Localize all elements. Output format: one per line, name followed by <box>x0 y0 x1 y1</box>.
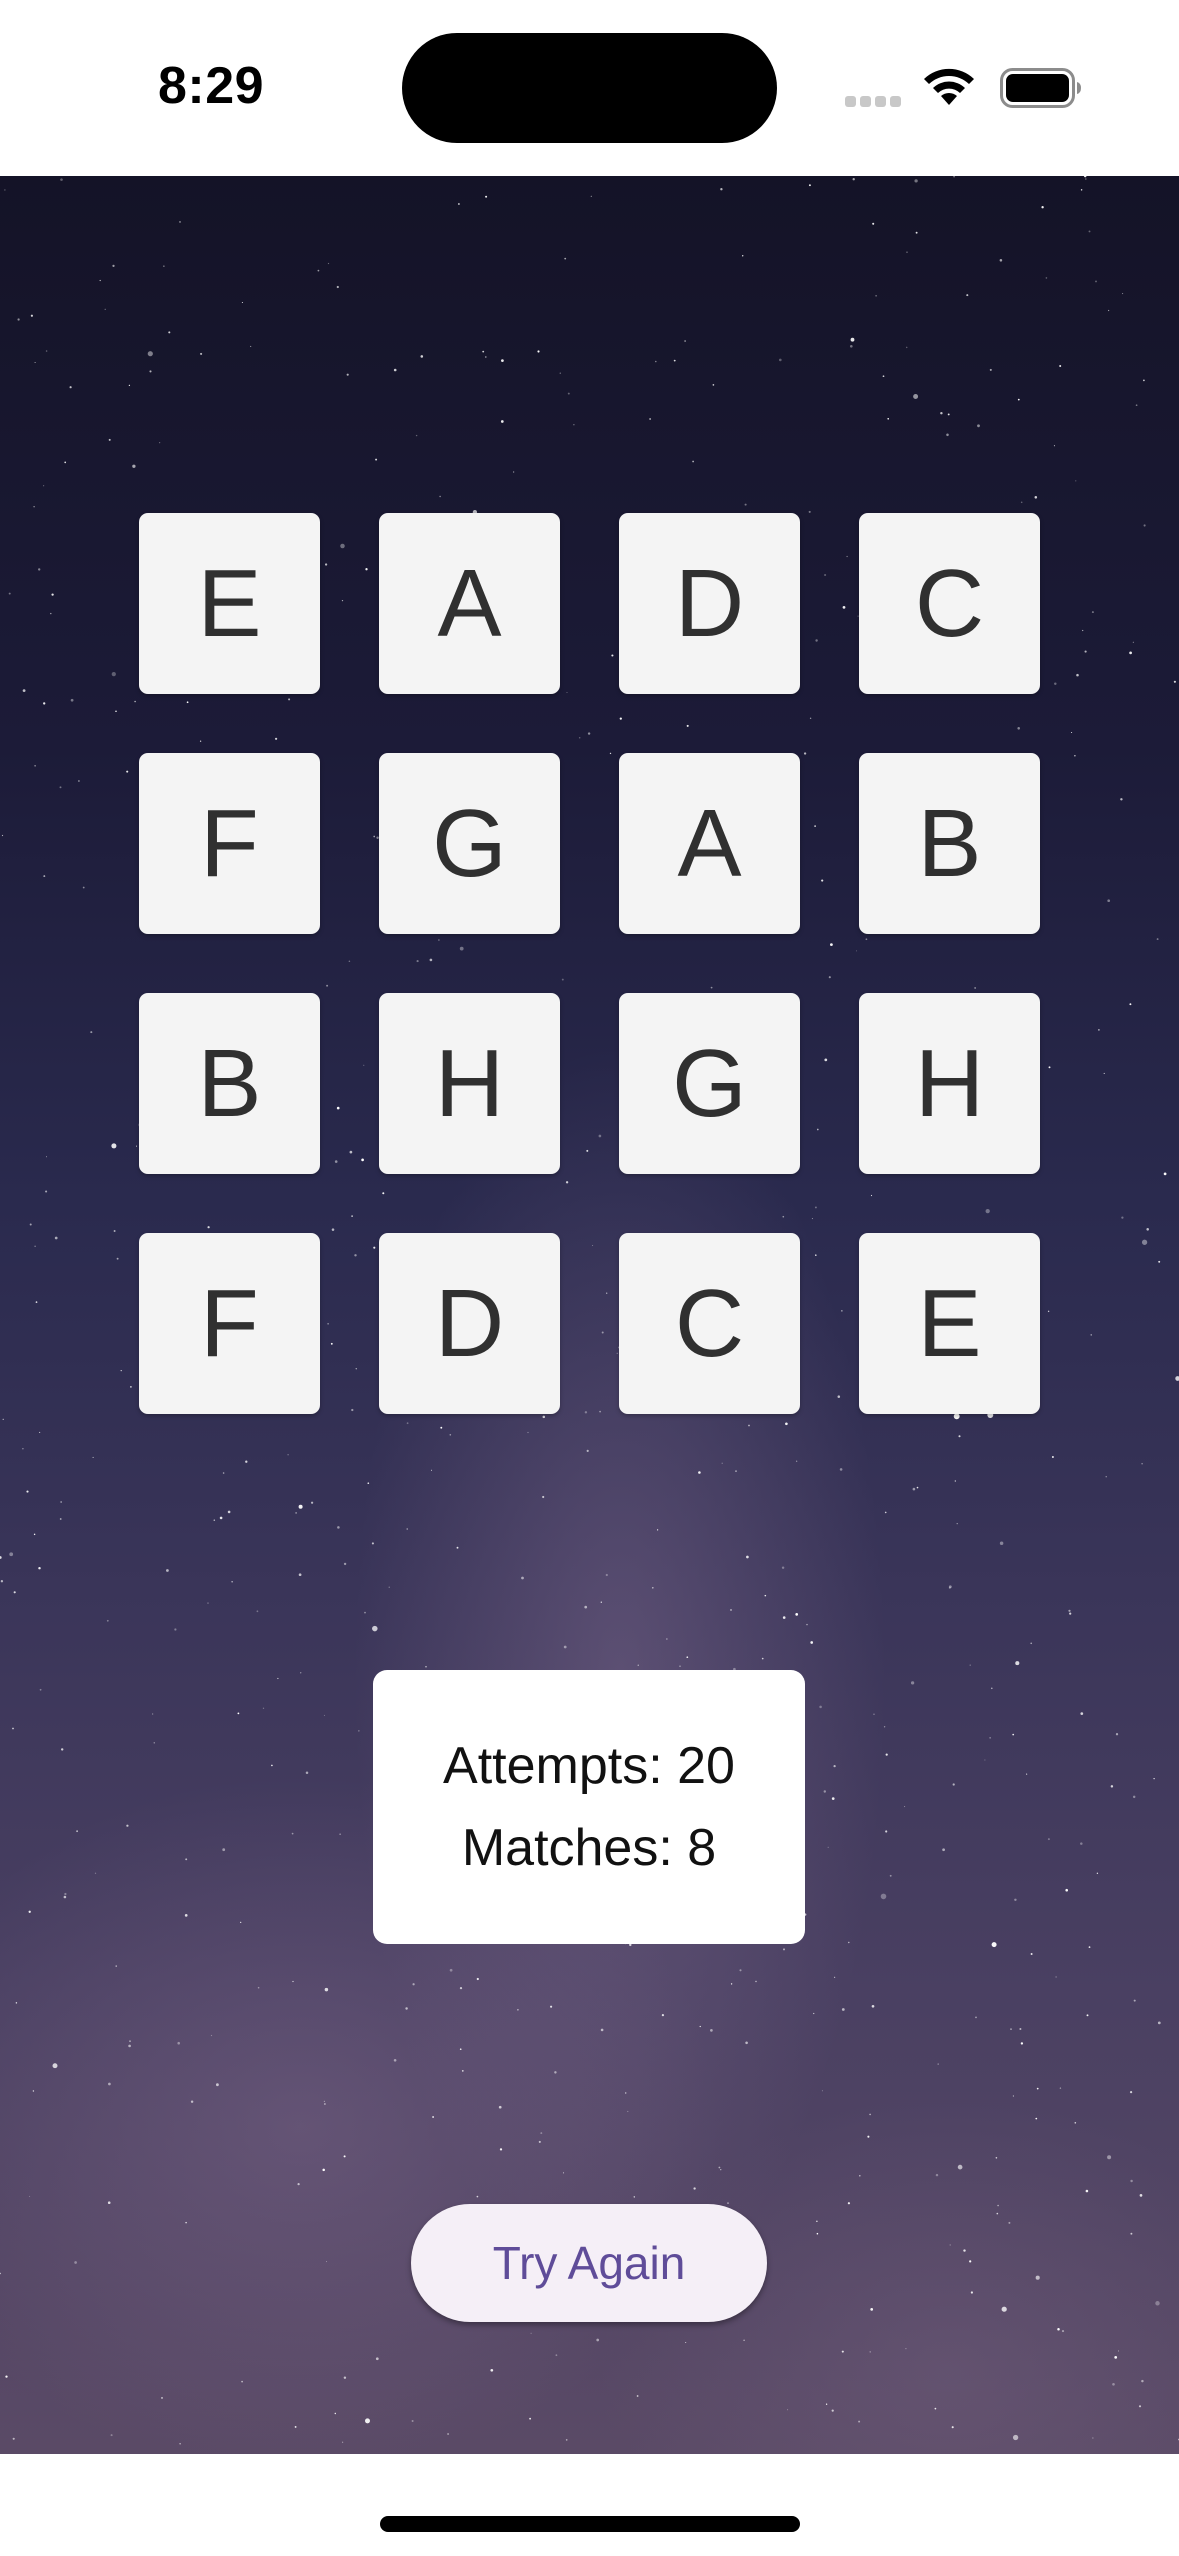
card[interactable]: F <box>139 1233 320 1414</box>
card[interactable]: H <box>859 993 1040 1174</box>
card[interactable]: C <box>859 513 1040 694</box>
bottom-safe-area <box>0 2454 1179 2556</box>
card[interactable]: C <box>619 1233 800 1414</box>
card[interactable]: D <box>619 513 800 694</box>
score-panel: Attempts: 20 Matches: 8 <box>373 1670 805 1944</box>
wifi-icon <box>924 68 974 105</box>
status-bar: 8:29 <box>0 0 1179 176</box>
cellular-signal-icon <box>845 96 901 107</box>
battery-icon <box>1000 68 1081 108</box>
card[interactable]: H <box>379 993 560 1174</box>
dynamic-island <box>402 33 777 143</box>
card[interactable]: E <box>859 1233 1040 1414</box>
card[interactable]: F <box>139 753 320 934</box>
matches-count: Matches: 8 <box>461 1819 717 1877</box>
game-area: E A D C F G A B B H G H F D C E Attempts… <box>0 176 1179 2454</box>
card[interactable]: B <box>139 993 320 1174</box>
home-indicator[interactable] <box>380 2516 800 2532</box>
card[interactable]: A <box>379 513 560 694</box>
card[interactable]: E <box>139 513 320 694</box>
card[interactable]: D <box>379 1233 560 1414</box>
status-time: 8:29 <box>158 57 265 115</box>
card-grid: E A D C F G A B B H G H F D C E <box>139 513 1040 1414</box>
card[interactable]: B <box>859 753 1040 934</box>
attempts-count: Attempts: 20 <box>443 1737 735 1795</box>
card[interactable]: A <box>619 753 800 934</box>
card[interactable]: G <box>379 753 560 934</box>
card[interactable]: G <box>619 993 800 1174</box>
try-again-button[interactable]: Try Again <box>411 2204 767 2322</box>
